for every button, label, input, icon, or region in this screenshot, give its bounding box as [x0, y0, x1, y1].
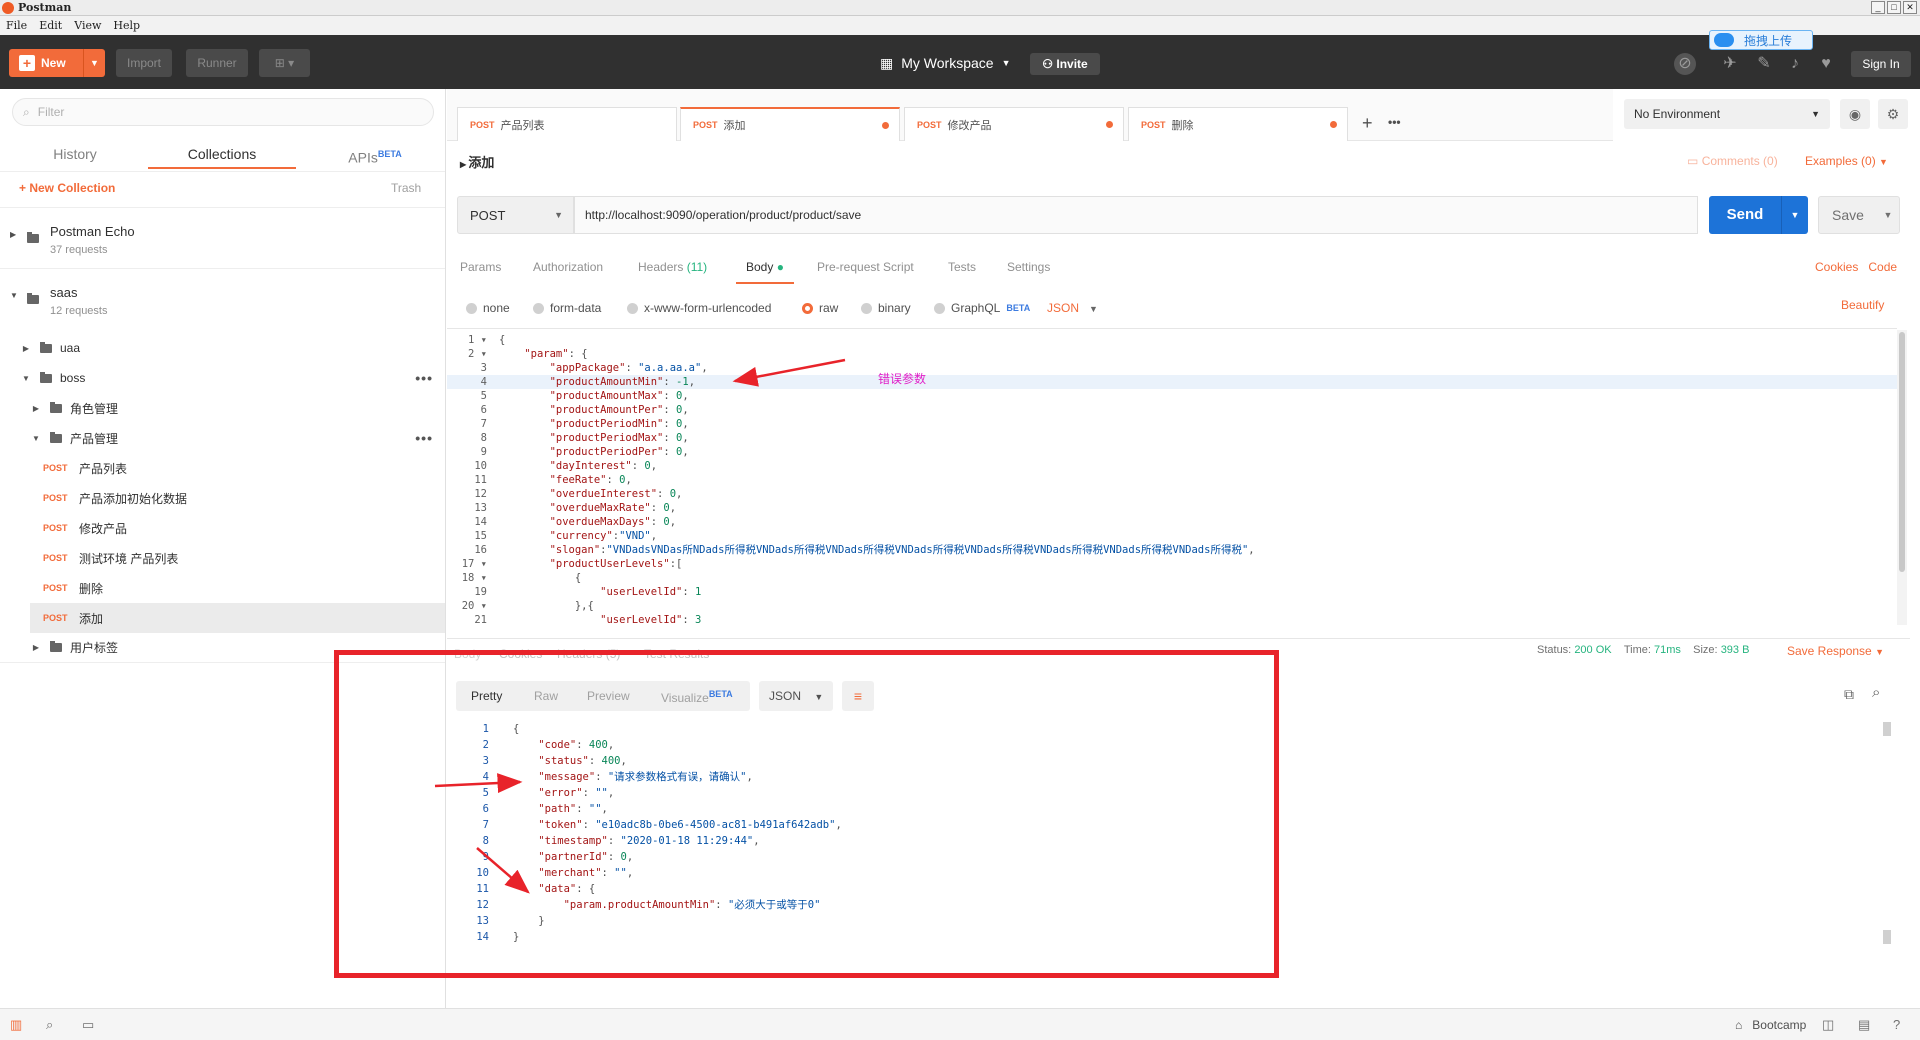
status-bar: ▥ ⌕ ▭ ⌂ Bootcamp ◫ ▤ ?	[0, 1008, 1920, 1040]
sidebar-toggle-icon[interactable]: ▥	[10, 1017, 22, 1033]
graduation-cap-icon: ⌂	[1735, 1018, 1743, 1032]
help-icon[interactable]: ?	[1893, 1017, 1900, 1032]
browse-icon[interactable]: ▤	[1858, 1017, 1870, 1033]
console-icon[interactable]: ▭	[82, 1017, 94, 1033]
annotation-arrows	[434, 358, 846, 894]
arrow-to-message	[434, 773, 523, 794]
arrow-to-error-param	[732, 358, 846, 387]
arrow-to-data	[476, 847, 530, 894]
find-icon[interactable]: ⌕	[46, 1017, 53, 1033]
two-pane-icon[interactable]: ◫	[1822, 1017, 1834, 1033]
bootcamp-link[interactable]: ⌂ Bootcamp	[1735, 1018, 1806, 1032]
